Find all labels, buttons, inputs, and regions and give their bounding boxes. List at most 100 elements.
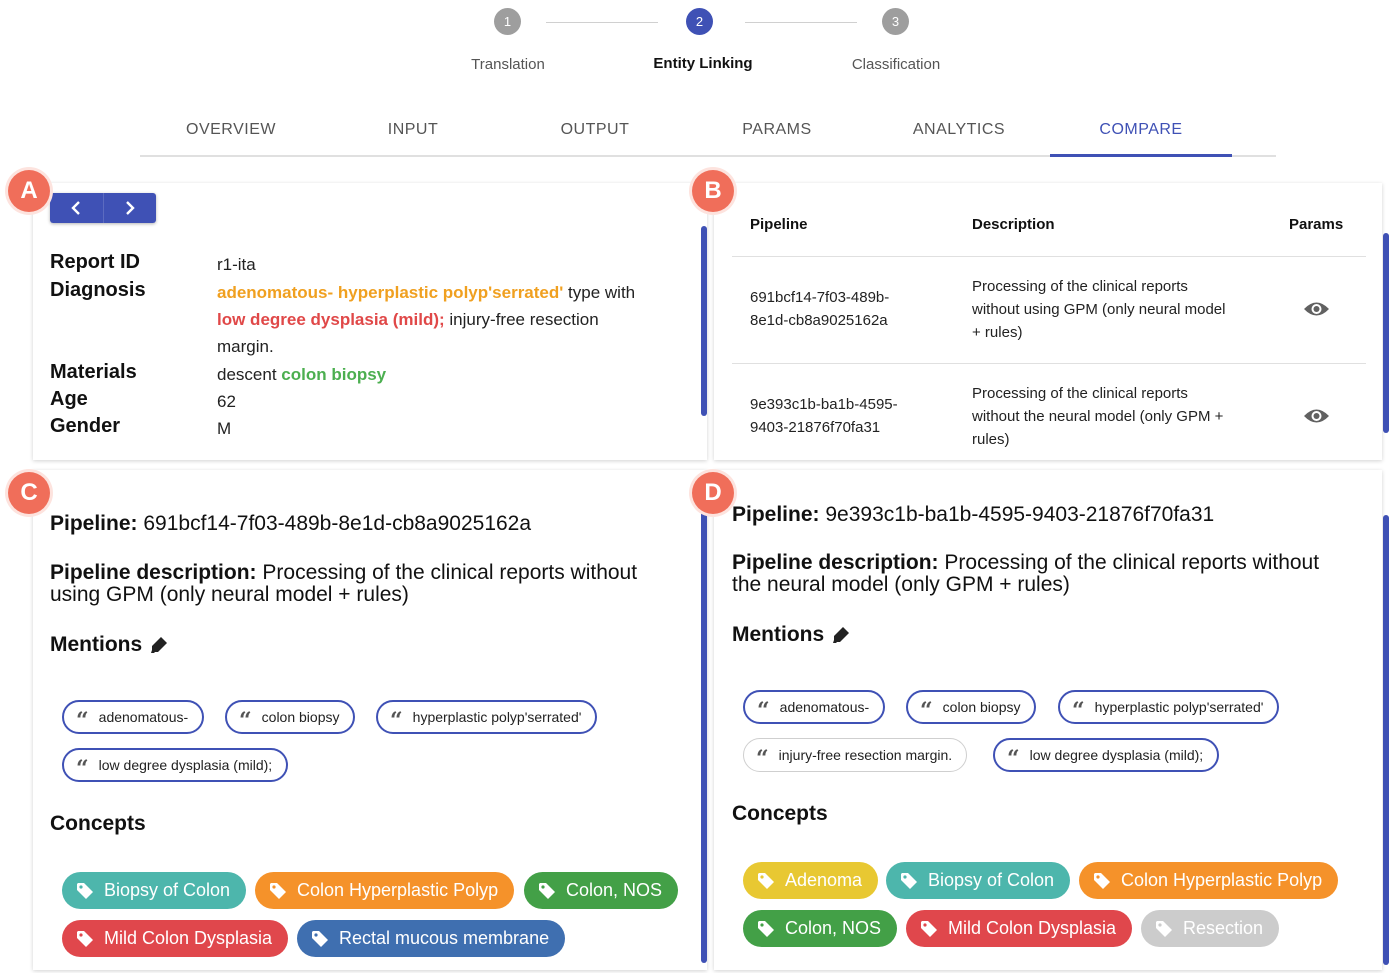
left-concept-text: Mild Colon Dysplasia (104, 928, 273, 948)
left-mention-chip[interactable]: “ adenomatous- (62, 700, 205, 734)
quote-icon: “ (1072, 698, 1085, 724)
step-2-circle[interactable]: 2 (686, 8, 713, 35)
right-concept-text: Colon, NOS (785, 918, 882, 938)
diagnosis-highlight-adenomatous: adenomatous- (217, 283, 334, 302)
tab-overview[interactable]: OVERVIEW (140, 105, 322, 155)
right-mention-text: injury-free resection margin. (778, 747, 953, 763)
right-concept-tag[interactable]: Mild Colon Dysplasia (906, 910, 1133, 947)
step-1-label: Translation (471, 56, 545, 73)
right-concept-tag[interactable]: Adenoma (743, 862, 879, 899)
diagnosis-text: type with (568, 283, 636, 302)
eye-icon[interactable] (1303, 299, 1330, 319)
left-mentions-label: Mentions (50, 633, 143, 656)
badge-a: A (8, 170, 50, 212)
left-concept-tag[interactable]: Colon Hyperplastic Polyp (255, 872, 515, 909)
right-concept-tag[interactable]: Colon Hyperplastic Polyp (1079, 862, 1339, 899)
age-value: 62 (217, 392, 236, 411)
right-pipeline-description: Pipeline description: Processing of the … (732, 552, 1319, 596)
th-params: Params (1289, 216, 1344, 233)
quote-icon: “ (1007, 746, 1020, 772)
left-pipeline-label: Pipeline: (50, 512, 138, 535)
left-concept-tag[interactable]: Biopsy of Colon (62, 872, 247, 909)
left-concept-tag[interactable]: Rectal mucous membrane (297, 920, 566, 957)
left-panel-scrollbar[interactable] (701, 505, 707, 963)
step-3-circle[interactable]: 3 (882, 8, 909, 35)
right-mention-text: colon biopsy (942, 699, 1021, 715)
left-concept-tag[interactable]: Mild Colon Dysplasia (62, 920, 289, 957)
gender-label: Gender (50, 415, 121, 437)
row-2-desc-line-2: without the neural model (only GPM + (972, 408, 1224, 425)
next-report-button[interactable] (102, 193, 156, 223)
quote-icon: “ (920, 698, 933, 724)
step-3-label: Classification (851, 56, 941, 73)
eye-icon[interactable] (1303, 406, 1330, 426)
right-concept-tag[interactable]: Colon, NOS (743, 910, 898, 947)
materials-highlight: colon biopsy (281, 365, 387, 384)
quote-icon: “ (756, 746, 769, 772)
quote-icon: “ (76, 756, 89, 782)
right-concepts-heading: Concepts (732, 802, 828, 825)
left-mention-chip[interactable]: “ hyperplastic polyp'serrated' (376, 700, 598, 734)
left-concept-text: Colon Hyperplastic Polyp (297, 880, 499, 900)
row-1-pipeline-id: 691bcf14-7f03-489b- 8e1d-cb8a9025162a (750, 286, 889, 332)
badge-b: B (692, 170, 734, 212)
left-desc-line-1: Processing of the clinical reports witho… (262, 561, 638, 584)
right-desc-line-1: Processing of the clinical reports witho… (944, 551, 1320, 574)
step-1-circle[interactable]: 1 (494, 8, 521, 35)
row-2-desc-line-1: Processing of the clinical reports (972, 385, 1188, 402)
badge-d: D (692, 472, 734, 514)
row-1-id-line-1: 691bcf14-7f03-489b- (750, 289, 890, 306)
row-2-id-line-2: 9403-21876f70fa31 (750, 419, 881, 436)
chevron-left-icon (71, 201, 81, 215)
tab-analytics[interactable]: ANALYTICS (868, 105, 1050, 155)
right-mention-text: low degree dysplasia (mild); (1029, 747, 1204, 763)
right-concept-tag[interactable]: Resection (1141, 910, 1280, 947)
right-mention-chip[interactable]: “ hyperplastic polyp'serrated' (1058, 690, 1280, 724)
tab-output[interactable]: OUTPUT (504, 105, 686, 155)
tab-params[interactable]: PARAMS (686, 105, 868, 155)
table-row-divider (732, 363, 1366, 364)
tag-icon (921, 920, 937, 937)
tag-icon (758, 872, 774, 889)
materials-value: descent colon biopsy (217, 361, 386, 388)
diagnosis-line-3: margin. (217, 337, 274, 356)
chevron-right-icon (125, 201, 135, 215)
diagnosis-line-2: low degree dysplasia (mild); injury-free… (217, 306, 599, 333)
right-mention-chip[interactable]: “ low degree dysplasia (mild); (993, 738, 1220, 772)
right-concept-tag[interactable]: Biopsy of Colon (886, 862, 1071, 899)
th-pipeline: Pipeline (750, 216, 808, 233)
tag-icon (539, 882, 555, 899)
report-id-label: Report ID (50, 251, 140, 273)
left-concept-text: Biopsy of Colon (104, 880, 231, 900)
left-concept-text: Colon, NOS (566, 880, 663, 900)
quote-icon: “ (390, 708, 403, 734)
right-concept-text: Colon Hyperplastic Polyp (1121, 870, 1323, 890)
right-mentions-heading: Mentions (732, 623, 851, 647)
diagnosis-line-1: adenomatous- hyperplastic polyp'serrated… (217, 279, 635, 306)
right-panel-scrollbar[interactable] (1383, 515, 1389, 965)
diagnosis-highlight-polyp: hyperplastic polyp'serrated' (337, 283, 564, 302)
left-concept-tag[interactable]: Colon, NOS (524, 872, 679, 909)
right-mention-chip[interactable]: “ adenomatous- (743, 690, 886, 724)
left-mention-chip[interactable]: “ colon biopsy (225, 700, 356, 734)
right-concept-text: Adenoma (785, 870, 863, 890)
prev-report-button[interactable] (50, 193, 103, 223)
left-desc-line-2: using GPM (only neural model + rules) (50, 583, 409, 606)
right-mention-chip[interactable]: “ colon biopsy (906, 690, 1037, 724)
tab-compare[interactable]: COMPARE (1050, 105, 1232, 157)
highlighter-icon (833, 627, 850, 643)
pipelines-panel-scrollbar[interactable] (1383, 233, 1389, 433)
row-1-id-line-2: 8e1d-cb8a9025162a (750, 312, 888, 329)
left-pipeline-id: 691bcf14-7f03-489b-8e1d-cb8a9025162a (143, 512, 532, 535)
tab-input[interactable]: INPUT (322, 105, 504, 155)
table-header-divider (732, 256, 1366, 257)
left-mention-chip[interactable]: “ low degree dysplasia (mild); (62, 748, 289, 782)
age-label: Age (50, 388, 88, 410)
right-mention-chip[interactable]: “ injury-free resection margin. (743, 738, 968, 772)
row-2-description: Processing of the clinical reports witho… (972, 382, 1223, 451)
quote-icon: “ (76, 708, 89, 734)
gender-value: M (217, 419, 232, 438)
tag-icon (1156, 920, 1172, 937)
tab-bar: OVERVIEW INPUT OUTPUT PARAMS ANALYTICS C… (140, 105, 1276, 157)
report-panel-scrollbar[interactable] (701, 226, 707, 416)
